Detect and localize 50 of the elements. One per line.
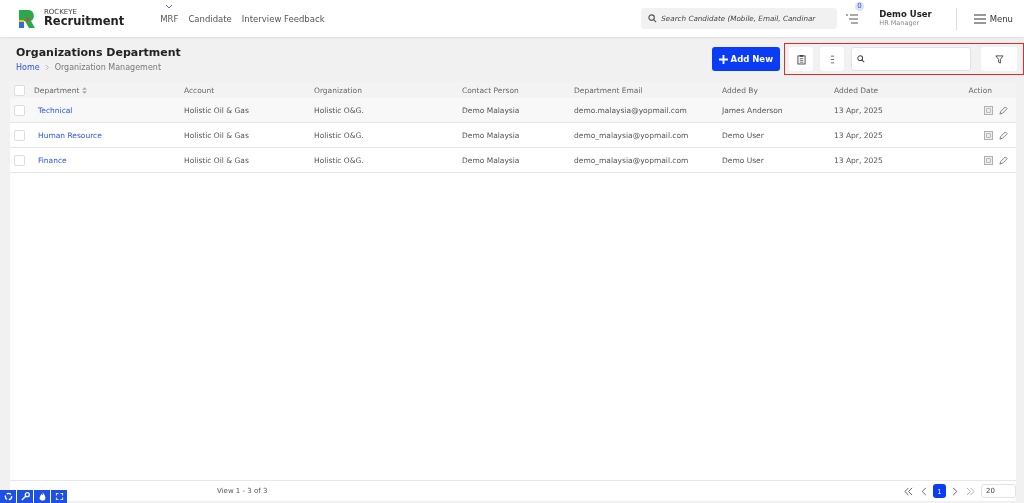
filter-icon [994, 54, 1004, 64]
document-icon[interactable] [984, 130, 993, 140]
recycle-icon [3, 492, 13, 501]
key-button[interactable] [17, 490, 33, 503]
edit-icon[interactable] [999, 105, 1008, 115]
first-page-button[interactable] [902, 486, 915, 496]
key-icon [20, 492, 30, 501]
edit-icon[interactable] [999, 155, 1008, 165]
next-page-button[interactable] [950, 486, 960, 496]
breadcrumb-link[interactable]: Organization Management [54, 63, 161, 72]
filter-button[interactable] [981, 47, 1017, 71]
clipboard-button[interactable] [789, 47, 813, 71]
menu-button[interactable]: Menu [971, 11, 1015, 26]
document-icon[interactable] [984, 105, 993, 115]
double-chevron-icon [966, 486, 975, 496]
double-chevron-icon [904, 486, 913, 496]
list-icon[interactable] [846, 14, 859, 24]
flame-button[interactable] [34, 490, 50, 503]
page-title: Organizations Department [16, 46, 181, 59]
chevron-icon [921, 486, 927, 496]
sort-icon[interactable] [82, 86, 88, 94]
chevron-icon [952, 486, 958, 496]
lines-icon [829, 54, 835, 64]
row-checkbox[interactable] [14, 104, 25, 116]
select-all-checkbox[interactable] [14, 84, 25, 96]
menu-icon [973, 13, 986, 24]
chevron-icon[interactable] [165, 3, 174, 9]
last-page-button[interactable] [964, 486, 977, 496]
edit-icon[interactable] [999, 130, 1008, 140]
nav-link[interactable]: MRF [160, 12, 179, 25]
expand-button[interactable] [51, 490, 67, 503]
user-name: Demo User [879, 10, 932, 20]
row-checkbox[interactable] [14, 154, 25, 166]
logo-icon [17, 7, 37, 30]
nav-link[interactable]: Interview Feedback [241, 12, 325, 25]
columns-button[interactable] [820, 47, 844, 71]
row-checkbox[interactable] [14, 129, 25, 141]
clipboard-icon [796, 53, 806, 65]
document-icon[interactable] [984, 155, 993, 165]
breadcrumb-link[interactable]: Home [16, 63, 40, 72]
table-search-field[interactable] [851, 47, 971, 71]
brand-title: Recruitment [44, 16, 125, 28]
expand-icon [54, 492, 64, 501]
add-new-button[interactable]: Add New [711, 47, 780, 71]
nav-link[interactable]: Candidate [188, 12, 232, 25]
chevron-icon [44, 65, 50, 70]
plus-icon [718, 54, 728, 64]
flame-icon [37, 492, 47, 501]
previous-page-button[interactable] [919, 486, 929, 496]
recycle-button[interactable] [0, 490, 16, 503]
